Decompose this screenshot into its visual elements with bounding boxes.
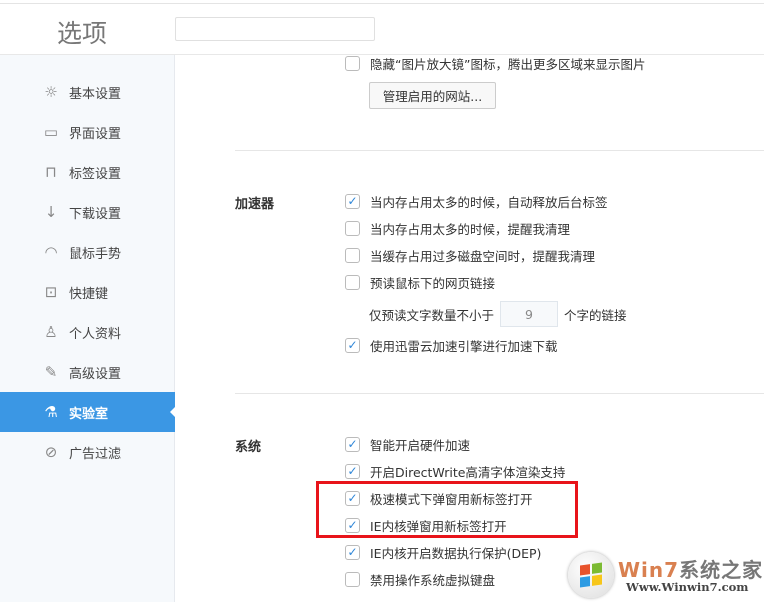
option-row[interactable]: 禁用操作系统虚拟键盘 bbox=[345, 569, 495, 589]
checkbox[interactable] bbox=[345, 247, 360, 263]
option-row[interactable]: ✓ 当内存占用太多的时候，自动释放后台标签 bbox=[345, 191, 608, 211]
prefetch-suffix: 个字的链接 bbox=[564, 307, 627, 323]
manage-sites-button[interactable]: 管理启用的网站... bbox=[369, 82, 496, 109]
wrench-icon: ✎ bbox=[44, 363, 58, 381]
option-row[interactable]: ✓ IE内核开启数据执行保护(DEP) bbox=[345, 542, 541, 562]
option-label: 禁用操作系统虚拟键盘 bbox=[370, 572, 496, 588]
prefetch-prefix: 仅预读文字数量不小于 bbox=[369, 307, 495, 323]
watermark-brand: Win7系统之家 bbox=[618, 558, 764, 582]
checkbox[interactable] bbox=[345, 274, 360, 290]
option-row[interactable]: 当缓存占用过多磁盘空间时，提醒我清理 bbox=[345, 245, 595, 265]
prefetch-count-input[interactable]: 9 bbox=[500, 301, 559, 327]
section-divider bbox=[235, 393, 764, 394]
xunlei-option[interactable]: ✓ 使用迅雷云加速引擎进行加速下载 bbox=[345, 335, 558, 355]
page-title: 选项 bbox=[57, 19, 108, 48]
section-divider bbox=[235, 150, 764, 151]
sidebar-item-5[interactable]: ⊡ 快捷键 bbox=[0, 272, 175, 312]
option-row[interactable]: ✓ 开启DirectWrite高清字体渲染支持 bbox=[345, 461, 565, 481]
option-label: 预读鼠标下的网页链接 bbox=[370, 275, 496, 291]
sidebar-item-label: 鼠标手势 bbox=[69, 246, 122, 262]
sidebar-item-1[interactable]: ▭ 界面设置 bbox=[0, 112, 175, 152]
option-row[interactable]: 预读鼠标下的网页链接 bbox=[345, 272, 495, 292]
mouse-icon: ◠ bbox=[44, 243, 58, 261]
sidebar-item-3[interactable]: ↓ 下载设置 bbox=[0, 192, 175, 232]
prefetch-setting: 仅预读文字数量不小于 9 个字的链接 bbox=[369, 301, 627, 327]
sun-icon: ☼ bbox=[44, 83, 58, 101]
window-icon: ▭ bbox=[43, 123, 59, 141]
sidebar-item-label: 个人资料 bbox=[69, 326, 122, 342]
checkbox[interactable]: ✓ bbox=[345, 337, 360, 353]
block-icon: ⊘ bbox=[44, 443, 58, 461]
watermark-url: Www.Winwin7.com bbox=[626, 580, 749, 594]
option-label: 隐藏“图片放大镜”图标，腾出更多区域来显示图片 bbox=[370, 56, 646, 72]
sidebar-item-label: 广告过滤 bbox=[69, 446, 122, 462]
checkbox[interactable]: ✓ bbox=[345, 544, 360, 560]
sidebar-item-label: 下载设置 bbox=[69, 206, 122, 222]
checkbox[interactable] bbox=[345, 55, 360, 71]
windows-logo-icon bbox=[568, 552, 614, 598]
checkbox[interactable]: ✓ bbox=[345, 193, 360, 209]
sidebar-item-2[interactable]: ⊓ 标签设置 bbox=[0, 152, 175, 192]
sidebar-item-7[interactable]: ✎ 高级设置 bbox=[0, 352, 175, 392]
download-icon: ↓ bbox=[44, 203, 58, 221]
sidebar-item-label: 标签设置 bbox=[69, 166, 122, 182]
option-row[interactable]: ✓ 智能开启硬件加速 bbox=[345, 434, 470, 454]
option-row[interactable]: 当内存占用太多的时候，提醒我清理 bbox=[345, 218, 570, 238]
option-label: 当内存占用太多的时候，自动释放后台标签 bbox=[370, 194, 608, 210]
section-title-system: 系统 bbox=[235, 440, 262, 455]
sidebar-item-8[interactable]: ⚗ 实验室 bbox=[0, 392, 176, 432]
section-title-accelerator: 加速器 bbox=[235, 197, 275, 212]
option-label: 当内存占用太多的时候，提醒我清理 bbox=[370, 221, 571, 237]
flask-icon: ⚗ bbox=[44, 403, 58, 421]
option-label: 开启DirectWrite高清字体渲染支持 bbox=[370, 464, 566, 480]
tab-icon: ⊓ bbox=[45, 163, 57, 181]
highlight-annotation-box bbox=[316, 481, 578, 538]
sidebar-item-label: 基本设置 bbox=[69, 86, 122, 102]
sidebar-item-4[interactable]: ◠ 鼠标手势 bbox=[0, 232, 175, 272]
option-label: 智能开启硬件加速 bbox=[370, 437, 471, 453]
sidebar: ☼ 基本设置 ▭ 界面设置 ⊓ 标签设置 ↓ 下载设置 ◠ 鼠标手势 ⊡ 快捷键 ♙ 个人资料 ✎ 高级设置 ⚗… bbox=[0, 55, 176, 602]
sidebar-item-0[interactable]: ☼ 基本设置 bbox=[0, 72, 175, 112]
sidebar-item-label: 快捷键 bbox=[69, 286, 109, 302]
checkbox[interactable] bbox=[345, 220, 360, 236]
sidebar-item-label: 界面设置 bbox=[69, 126, 122, 142]
sidebar-item-9[interactable]: ⊘ 广告过滤 bbox=[0, 432, 175, 472]
checkbox[interactable]: ✓ bbox=[345, 463, 360, 479]
sidebar-item-6[interactable]: ♙ 个人资料 bbox=[0, 312, 175, 352]
top-border bbox=[0, 3, 764, 4]
watermark-logo: Win7系统之家 Www.Winwin7.com bbox=[568, 552, 764, 602]
option-label: 当缓存占用过多磁盘空间时，提醒我清理 bbox=[370, 248, 596, 264]
sidebar-item-label: 高级设置 bbox=[69, 366, 122, 382]
user-icon: ♙ bbox=[44, 323, 58, 341]
search-input[interactable] bbox=[175, 17, 375, 41]
hide-magnifier-option[interactable]: 隐藏“图片放大镜”图标，腾出更多区域来显示图片 bbox=[345, 53, 645, 73]
checkbox[interactable]: ✓ bbox=[345, 436, 360, 452]
sidebar-item-label: 实验室 bbox=[69, 406, 109, 422]
checkbox[interactable] bbox=[345, 571, 360, 587]
option-label: IE内核开启数据执行保护(DEP) bbox=[370, 545, 542, 561]
keyboard-icon: ⊡ bbox=[44, 283, 58, 301]
option-label: 使用迅雷云加速引擎进行加速下载 bbox=[370, 338, 558, 354]
